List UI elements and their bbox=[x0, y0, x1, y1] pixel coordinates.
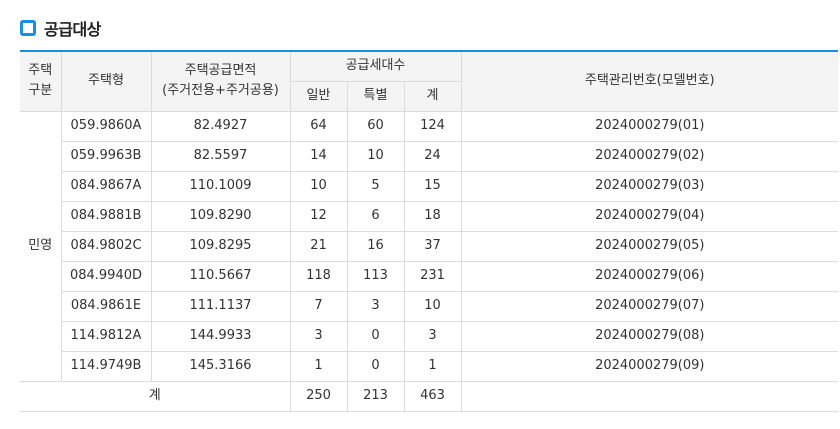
house-type-cell: 084.9861E bbox=[60, 290, 152, 322]
area-cell: 82.4927 bbox=[150, 110, 291, 142]
area-cell: 110.1009 bbox=[150, 170, 291, 202]
section-header: 공급대상 bbox=[20, 16, 101, 40]
total-cell: 124 bbox=[403, 110, 462, 142]
area-cell: 82.5597 bbox=[150, 140, 291, 172]
special-cell: 60 bbox=[346, 110, 405, 142]
special-cell: 16 bbox=[346, 230, 405, 262]
supply-table: 주택 구분 주택형 주택공급면적 (주거전용+주거공용) 공급세대수 주택관리번… bbox=[20, 50, 839, 412]
section-title: 공급대상 bbox=[44, 20, 101, 39]
mgmt-no-cell: 2024000279(01) bbox=[460, 110, 839, 142]
general-cell: 14 bbox=[289, 140, 348, 172]
header-households: 공급세대수 bbox=[289, 50, 462, 82]
group-label-cell: 민영 bbox=[20, 110, 62, 382]
mgmt-no-cell: 2024000279(09) bbox=[460, 350, 839, 382]
table-row: 084.9861E 111.1137 7 3 10 2024000279(07) bbox=[20, 290, 839, 322]
header-supply-area-text: 주택공급면적 (주거전용+주거공용) bbox=[162, 63, 279, 99]
mgmt-no-cell: 2024000279(07) bbox=[460, 290, 839, 322]
footer-special-sum: 213 bbox=[346, 380, 405, 412]
house-type-cell: 059.9963B bbox=[60, 140, 152, 172]
mgmt-no-cell: 2024000279(06) bbox=[460, 260, 839, 292]
footer-general-sum: 250 bbox=[289, 380, 348, 412]
supply-target-section: 공급대상 주택 구분 주택형 주택공급면적 (주거전용+주거공용) 공급세대수 … bbox=[0, 0, 840, 429]
total-row: 계 250 213 463 bbox=[20, 380, 839, 412]
header-house-div: 주택 구분 bbox=[20, 50, 62, 112]
mgmt-no-cell: 2024000279(04) bbox=[460, 200, 839, 232]
table-row: 084.9881B 109.8290 12 6 18 2024000279(04… bbox=[20, 200, 839, 232]
special-cell: 5 bbox=[346, 170, 405, 202]
special-cell: 3 bbox=[346, 290, 405, 322]
total-cell: 10 bbox=[403, 290, 462, 322]
house-type-cell: 084.9881B bbox=[60, 200, 152, 232]
area-cell: 145.3166 bbox=[150, 350, 291, 382]
mgmt-no-cell: 2024000279(05) bbox=[460, 230, 839, 262]
mgmt-no-cell: 2024000279(03) bbox=[460, 170, 839, 202]
total-cell: 18 bbox=[403, 200, 462, 232]
house-type-cell: 084.9802C bbox=[60, 230, 152, 262]
special-cell: 0 bbox=[346, 320, 405, 352]
special-cell: 0 bbox=[346, 350, 405, 382]
mgmt-no-cell: 2024000279(08) bbox=[460, 320, 839, 352]
total-cell: 231 bbox=[403, 260, 462, 292]
area-cell: 111.1137 bbox=[150, 290, 291, 322]
header-supply-area: 주택공급면적 (주거전용+주거공용) bbox=[150, 50, 291, 112]
table-row: 059.9963B 82.5597 14 10 24 2024000279(02… bbox=[20, 140, 839, 172]
header-house-div-text: 주택 구분 bbox=[28, 63, 53, 99]
house-type-cell: 114.9749B bbox=[60, 350, 152, 382]
house-type-cell: 084.9940D bbox=[60, 260, 152, 292]
header-house-type: 주택형 bbox=[60, 50, 152, 112]
total-cell: 37 bbox=[403, 230, 462, 262]
general-cell: 10 bbox=[289, 170, 348, 202]
total-cell: 24 bbox=[403, 140, 462, 172]
area-cell: 144.9933 bbox=[150, 320, 291, 352]
total-cell: 1 bbox=[403, 350, 462, 382]
footer-empty-cell bbox=[460, 380, 839, 412]
table-row: 084.9940D 110.5667 118 113 231 202400027… bbox=[20, 260, 839, 292]
area-cell: 110.5667 bbox=[150, 260, 291, 292]
general-cell: 12 bbox=[289, 200, 348, 232]
special-cell: 10 bbox=[346, 140, 405, 172]
table-row: 114.9749B 145.3166 1 0 1 2024000279(09) bbox=[20, 350, 839, 382]
table-body: 민영 059.9860A 82.4927 64 60 124 202400027… bbox=[20, 110, 839, 382]
general-cell: 1 bbox=[289, 350, 348, 382]
header-mgmt-no: 주택관리번호(모델번호) bbox=[460, 50, 839, 112]
area-cell: 109.8295 bbox=[150, 230, 291, 262]
house-type-cell: 059.9860A bbox=[60, 110, 152, 142]
general-cell: 64 bbox=[289, 110, 348, 142]
special-cell: 113 bbox=[346, 260, 405, 292]
general-cell: 118 bbox=[289, 260, 348, 292]
table-row: 084.9867A 110.1009 10 5 15 2024000279(03… bbox=[20, 170, 839, 202]
general-cell: 3 bbox=[289, 320, 348, 352]
mgmt-no-cell: 2024000279(02) bbox=[460, 140, 839, 172]
general-cell: 21 bbox=[289, 230, 348, 262]
header-general: 일반 bbox=[289, 80, 348, 112]
table-footer: 계 250 213 463 bbox=[20, 380, 839, 412]
house-type-cell: 084.9867A bbox=[60, 170, 152, 202]
total-cell: 3 bbox=[403, 320, 462, 352]
footer-total-label: 계 bbox=[20, 380, 291, 412]
house-type-cell: 114.9812A bbox=[60, 320, 152, 352]
area-cell: 109.8290 bbox=[150, 200, 291, 232]
header-total: 계 bbox=[403, 80, 462, 112]
footer-total-sum: 463 bbox=[403, 380, 462, 412]
table-head: 주택 구분 주택형 주택공급면적 (주거전용+주거공용) 공급세대수 주택관리번… bbox=[20, 50, 839, 112]
general-cell: 7 bbox=[289, 290, 348, 322]
header-special: 특별 bbox=[346, 80, 405, 112]
table-row: 114.9812A 144.9933 3 0 3 2024000279(08) bbox=[20, 320, 839, 352]
square-bullet-icon bbox=[20, 20, 36, 36]
table-row: 민영 059.9860A 82.4927 64 60 124 202400027… bbox=[20, 110, 839, 382]
table-row: 084.9802C 109.8295 21 16 37 2024000279(0… bbox=[20, 230, 839, 262]
special-cell: 6 bbox=[346, 200, 405, 232]
total-cell: 15 bbox=[403, 170, 462, 202]
